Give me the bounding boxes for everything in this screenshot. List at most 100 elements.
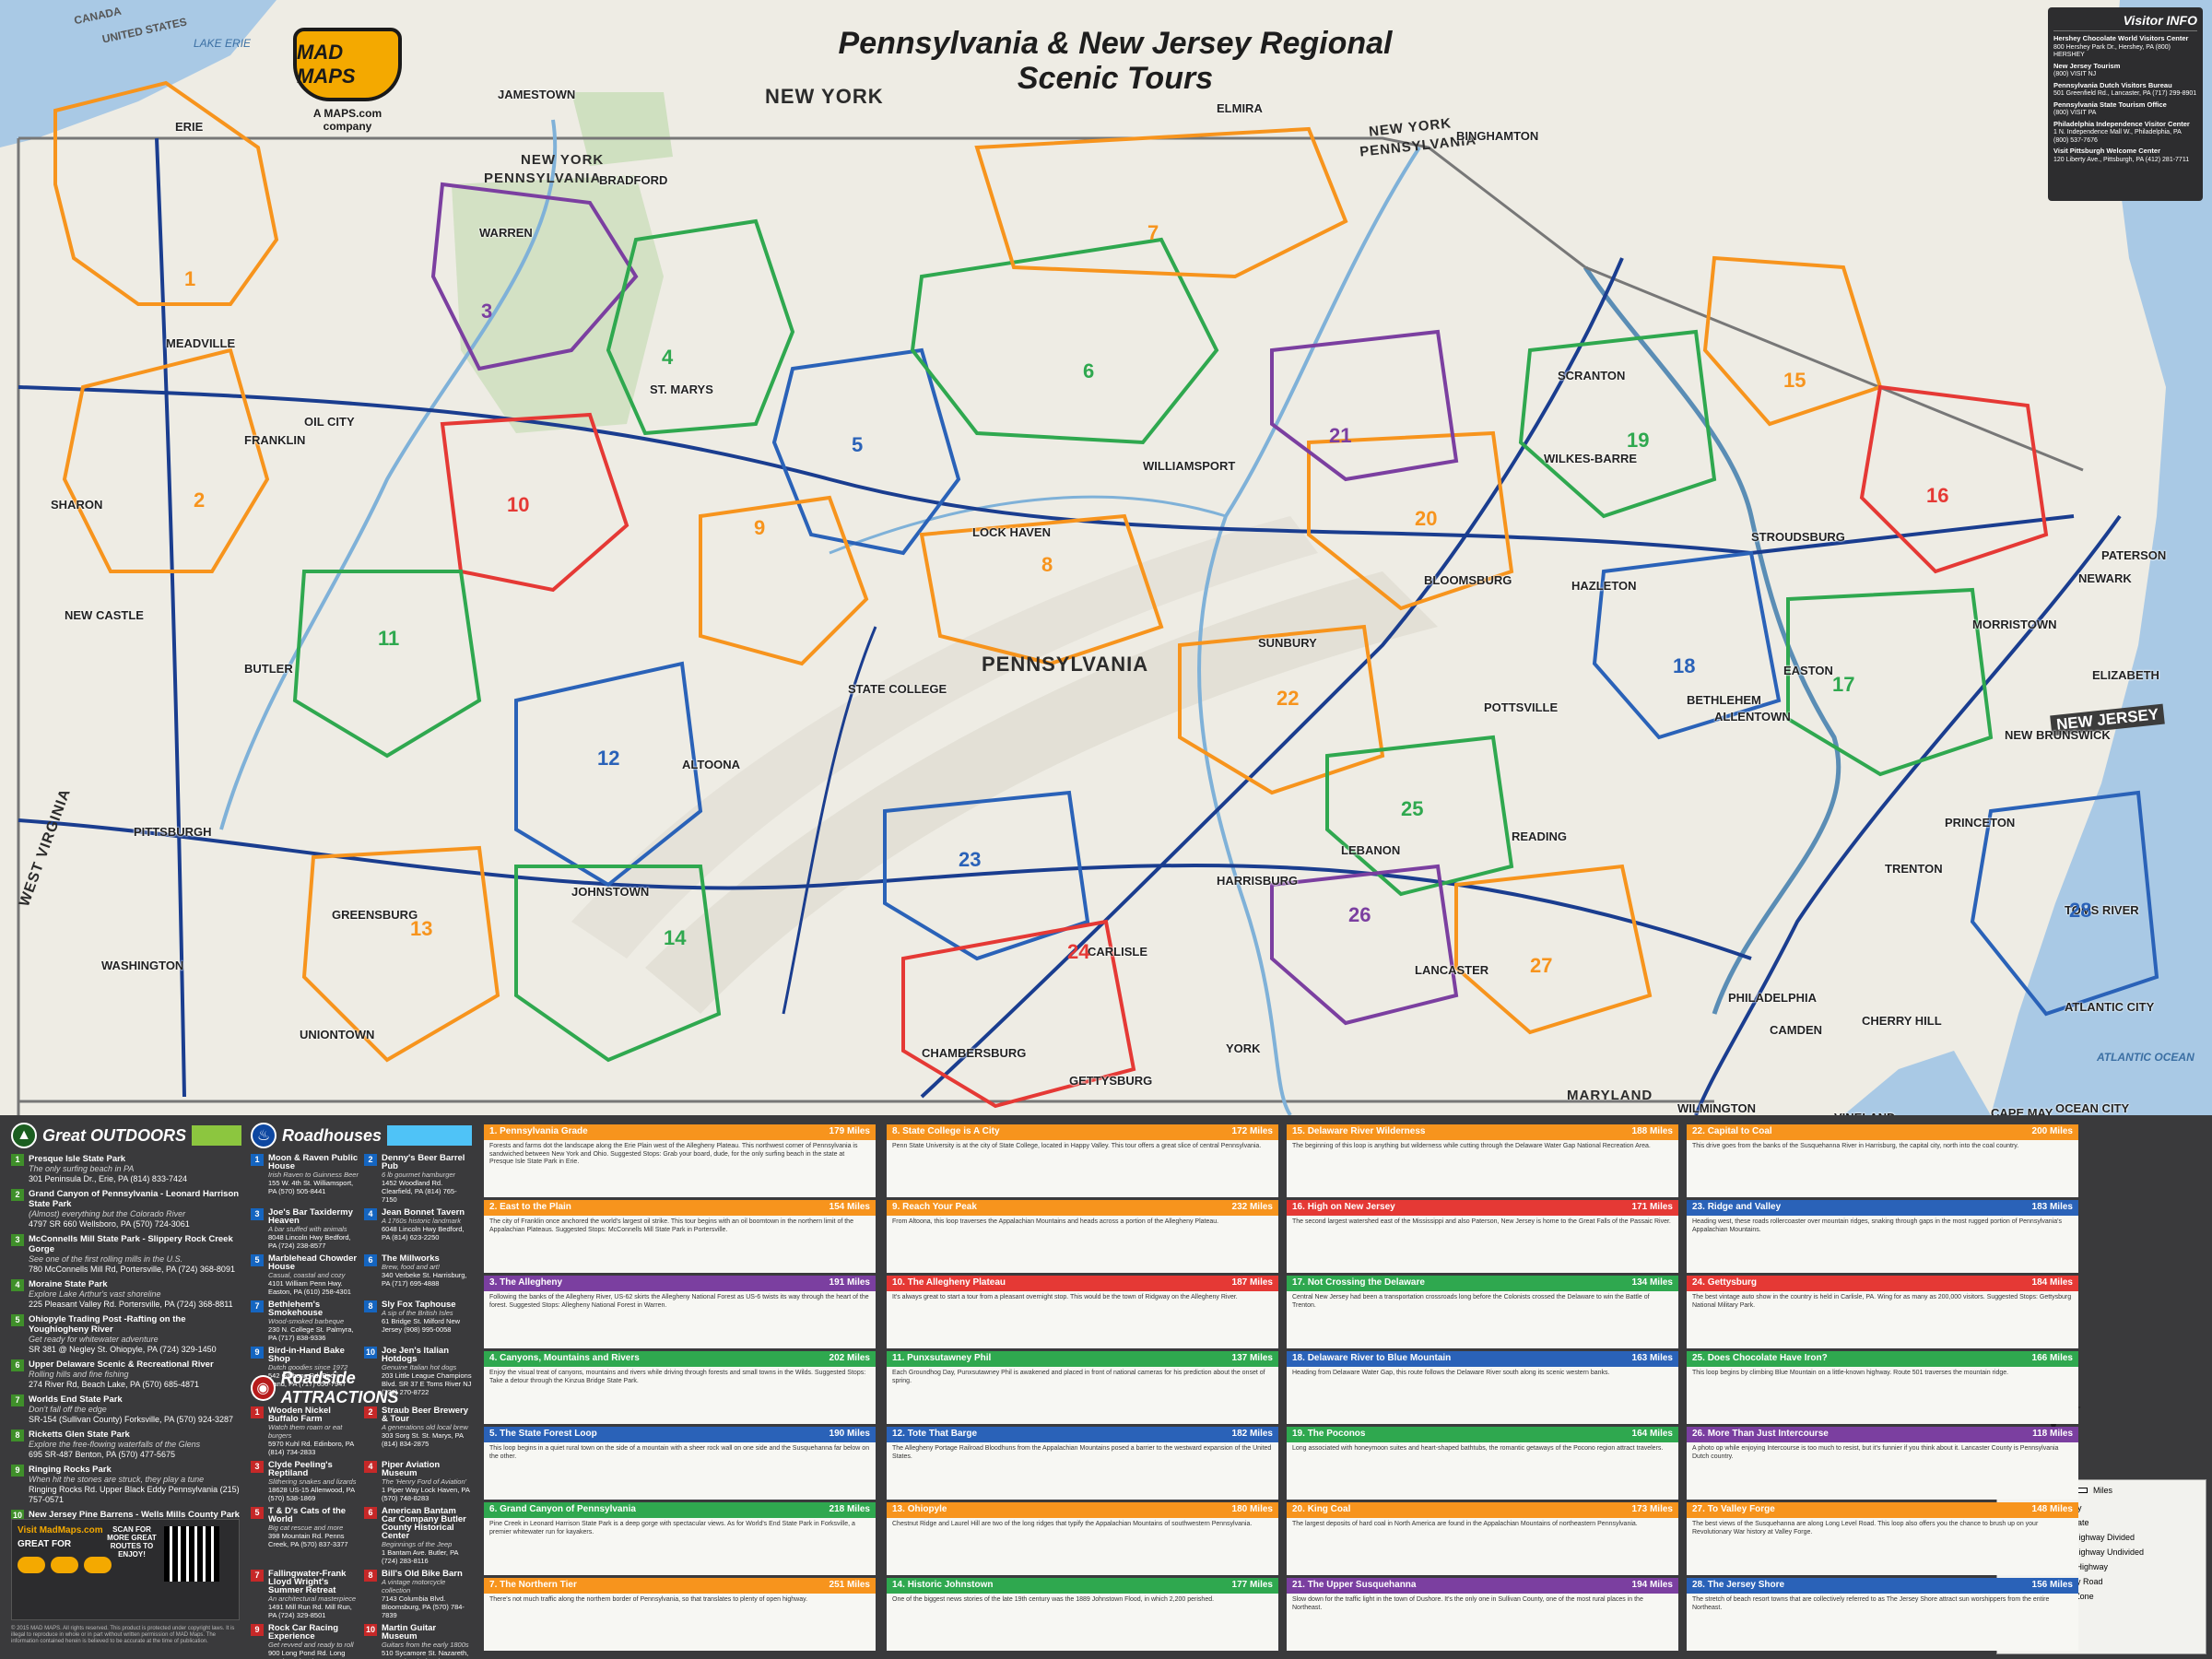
tour-card-header: 15. Delaware River Wilderness 188 Miles bbox=[1287, 1124, 1678, 1140]
tour-card-16[interactable]: 16. High on New Jersey 171 Miles The secon… bbox=[1287, 1200, 1678, 1273]
tour-card-miles: 177 Miles bbox=[1231, 1580, 1273, 1590]
city-label-camden: CAMDEN bbox=[1770, 1023, 1823, 1037]
tour-card-number: 10 bbox=[892, 1277, 903, 1288]
tour-card-22[interactable]: 22. Capital to Coal 200 Miles This drive g… bbox=[1687, 1124, 2078, 1197]
tour-card-19[interactable]: 19. The Poconos 164 Miles Long associated … bbox=[1287, 1427, 1678, 1500]
tour-card-11[interactable]: 11. Punxsutawney Phil 137 Miles Each Groun… bbox=[887, 1351, 1278, 1424]
tour-card-number: 26 bbox=[1692, 1429, 1703, 1439]
tour-card-6[interactable]: 6. Grand Canyon of Pennsylvania 218 Miles… bbox=[484, 1502, 876, 1575]
tour-number-15[interactable]: 15 bbox=[1783, 369, 1806, 393]
tour-number-22[interactable]: 22 bbox=[1277, 687, 1299, 711]
tour-card-name: Grand Canyon of Pennsylvania bbox=[500, 1504, 636, 1514]
tour-number-8[interactable]: 8 bbox=[1041, 553, 1053, 577]
city-label-sharon: SHARON bbox=[51, 498, 103, 512]
tour-number-2[interactable]: 2 bbox=[194, 488, 205, 512]
city-label-erie: ERIE bbox=[175, 120, 204, 134]
tour-card-body: One of the biggest news stories of the l… bbox=[892, 1596, 1215, 1603]
tour-card-28[interactable]: 28. The Jersey Shore 156 Miles The stretch… bbox=[1687, 1578, 2078, 1651]
tour-number-16[interactable]: 16 bbox=[1926, 484, 1948, 508]
outdoors-item-number: 3 bbox=[11, 1234, 24, 1246]
tour-number-9[interactable]: 9 bbox=[754, 516, 765, 540]
tour-card-header: 14. Historic Johnstown 177 Miles bbox=[887, 1578, 1278, 1594]
tour-number-12[interactable]: 12 bbox=[597, 747, 619, 771]
tour-card-10[interactable]: 10. The Allegheny Plateau 187 Miles It's a… bbox=[887, 1276, 1278, 1348]
attractions-item-number: 4 bbox=[364, 1461, 377, 1473]
tour-card-number: 17 bbox=[1292, 1277, 1303, 1288]
tour-card-17[interactable]: 17. Not Crossing the Delaware 134 Miles Ce… bbox=[1287, 1276, 1678, 1348]
tour-card-26[interactable]: 26. More Than Just Intercourse 118 Miles A… bbox=[1687, 1427, 2078, 1500]
tour-number-28[interactable]: 28 bbox=[2069, 899, 2091, 923]
tour-card-2[interactable]: 2. East to the Plain 154 Miles The city of… bbox=[484, 1200, 876, 1273]
label-new-york-border: NEW YORK bbox=[521, 152, 605, 168]
attractions-item-text: T & D's Cats of the World Big cat rescue … bbox=[268, 1507, 359, 1565]
tour-number-20[interactable]: 20 bbox=[1415, 507, 1437, 531]
city-label-philadelphia: PHILADELPHIA bbox=[1728, 991, 1818, 1005]
interstate-79 bbox=[155, 137, 186, 1098]
tour-card-9[interactable]: 9. Reach Your Peak 232 Miles From Altoona,… bbox=[887, 1200, 1278, 1273]
tour-card-body: From Altoona, this loop traverses the Ap… bbox=[892, 1218, 1219, 1225]
tour-card-21[interactable]: 21. The Upper Susquehanna 194 Miles Slow d… bbox=[1287, 1578, 1678, 1651]
tour-number-18[interactable]: 18 bbox=[1673, 654, 1695, 678]
tour-card-body: This drive goes from the banks of the Su… bbox=[1692, 1143, 2019, 1149]
great-outdoors-accent-bar bbox=[192, 1125, 241, 1146]
tour-number-19[interactable]: 19 bbox=[1627, 429, 1649, 453]
roadhouses-item: 3 Joe's Bar Taxidermy Heaven A bar stuffed… bbox=[251, 1208, 359, 1250]
tour-card-3[interactable]: 3. The Allegheny 191 Miles Following the b… bbox=[484, 1276, 876, 1348]
tour-number-25[interactable]: 25 bbox=[1401, 797, 1423, 821]
tour-card-24[interactable]: 24. Gettysburg 184 Miles The best vintage … bbox=[1687, 1276, 2078, 1348]
tour-card-18[interactable]: 18. Delaware River to Blue Mountain 163 M… bbox=[1287, 1351, 1678, 1424]
tour-card-header: 27. To Valley Forge 148 Miles bbox=[1687, 1502, 2078, 1518]
tour-number-4[interactable]: 4 bbox=[662, 346, 673, 370]
tour-card-name: The State Forest Loop bbox=[500, 1429, 597, 1439]
attractions-item-number: 5 bbox=[251, 1507, 264, 1519]
tour-card-12[interactable]: 12. Tote That Barge 182 Miles The Alleghen… bbox=[887, 1427, 1278, 1500]
outdoors-item-number: 4 bbox=[11, 1279, 24, 1291]
city-label-harrisburg: HARRISBURG bbox=[1217, 874, 1299, 888]
tour-card-7[interactable]: 7. The Northern Tier 251 Miles There's not… bbox=[484, 1578, 876, 1651]
tour-number-23[interactable]: 23 bbox=[959, 848, 981, 872]
tour-number-11[interactable]: 11 bbox=[378, 627, 399, 651]
tour-card-14[interactable]: 14. Historic Johnstown 177 Miles One of th… bbox=[887, 1578, 1278, 1651]
tour-card-4[interactable]: 4. Canyons, Mountains and Rivers 202 Mile… bbox=[484, 1351, 876, 1424]
tour-route-9 bbox=[699, 495, 869, 666]
tour-number-17[interactable]: 17 bbox=[1832, 673, 1854, 697]
tour-number-1[interactable]: 1 bbox=[184, 267, 195, 291]
scan-text: SCAN FOR MORE GREAT ROUTES TO ENJOY! bbox=[107, 1525, 157, 1559]
roadhouses-item-phone: (724) 238-8577 bbox=[278, 1241, 326, 1250]
map[interactable]: MAD MAPS A MAPS.com company Pennsylvania… bbox=[0, 0, 2212, 1115]
tour-number-13[interactable]: 13 bbox=[410, 917, 432, 941]
tour-card-1[interactable]: 1. Pennsylvania Grade 179 Miles Forests an… bbox=[484, 1124, 876, 1197]
tour-number-14[interactable]: 14 bbox=[664, 926, 686, 950]
city-label-hazleton: HAZLETON bbox=[1571, 579, 1637, 593]
tour-number-10[interactable]: 10 bbox=[507, 493, 529, 517]
attractions-item-name: Wooden Nickel Buffalo Farm bbox=[268, 1406, 331, 1424]
logo-subtitle: A MAPS.com company bbox=[312, 107, 382, 133]
tour-number-5[interactable]: 5 bbox=[852, 433, 863, 457]
outdoors-item-text: Ringing Rocks Park When hit the stones ar… bbox=[29, 1465, 241, 1505]
tour-number-24[interactable]: 24 bbox=[1067, 940, 1089, 964]
roadhouses-item-phone: (717) 838-9336 bbox=[278, 1334, 326, 1342]
tour-number-26[interactable]: 26 bbox=[1348, 903, 1371, 927]
tour-number-7[interactable]: 7 bbox=[1147, 221, 1159, 245]
tour-card-8[interactable]: 8. State College is A City 172 Miles Penn … bbox=[887, 1124, 1278, 1197]
outdoors-item-phone: (724) 368-8091 bbox=[178, 1265, 235, 1274]
attractions-item-text: Martin Guitar Museum Guitars from the ear… bbox=[382, 1624, 472, 1659]
tour-card-13[interactable]: 13. Ohiopyle 180 Miles Chestnut Ridge and … bbox=[887, 1502, 1278, 1575]
qr-code[interactable] bbox=[164, 1526, 219, 1582]
great-outdoors-panel: ▲ Great OUTDOORS 1 Presque Isle State Par… bbox=[11, 1123, 241, 1555]
tour-card-27[interactable]: 27. To Valley Forge 148 Miles The best vie… bbox=[1687, 1502, 2078, 1575]
tour-card-25[interactable]: 25. Does Chocolate Have Iron? 166 Miles Th… bbox=[1687, 1351, 2078, 1424]
city-label-vineland: VINELAND bbox=[1834, 1111, 1895, 1115]
tour-card-title: 19. The Poconos bbox=[1292, 1429, 1366, 1439]
tour-number-3[interactable]: 3 bbox=[481, 300, 492, 324]
tour-number-21[interactable]: 21 bbox=[1329, 424, 1351, 448]
tour-card-5[interactable]: 5. The State Forest Loop 190 Miles This lo… bbox=[484, 1427, 876, 1500]
tour-card-20[interactable]: 20. King Coal 173 Miles The largest deposi… bbox=[1287, 1502, 1678, 1575]
tour-card-15[interactable]: 15. Delaware River Wilderness 188 Miles Th… bbox=[1287, 1124, 1678, 1197]
roadhouses-item-desc: A sip of the British Isles bbox=[382, 1309, 453, 1317]
tour-number-27[interactable]: 27 bbox=[1530, 954, 1552, 978]
tour-card-23[interactable]: 23. Ridge and Valley 183 Miles Heading wes… bbox=[1687, 1200, 2078, 1273]
city-label-wilmington: WILMINGTON bbox=[1677, 1101, 1756, 1115]
tour-number-6[interactable]: 6 bbox=[1083, 359, 1094, 383]
attractions-item-number: 10 bbox=[364, 1624, 377, 1636]
